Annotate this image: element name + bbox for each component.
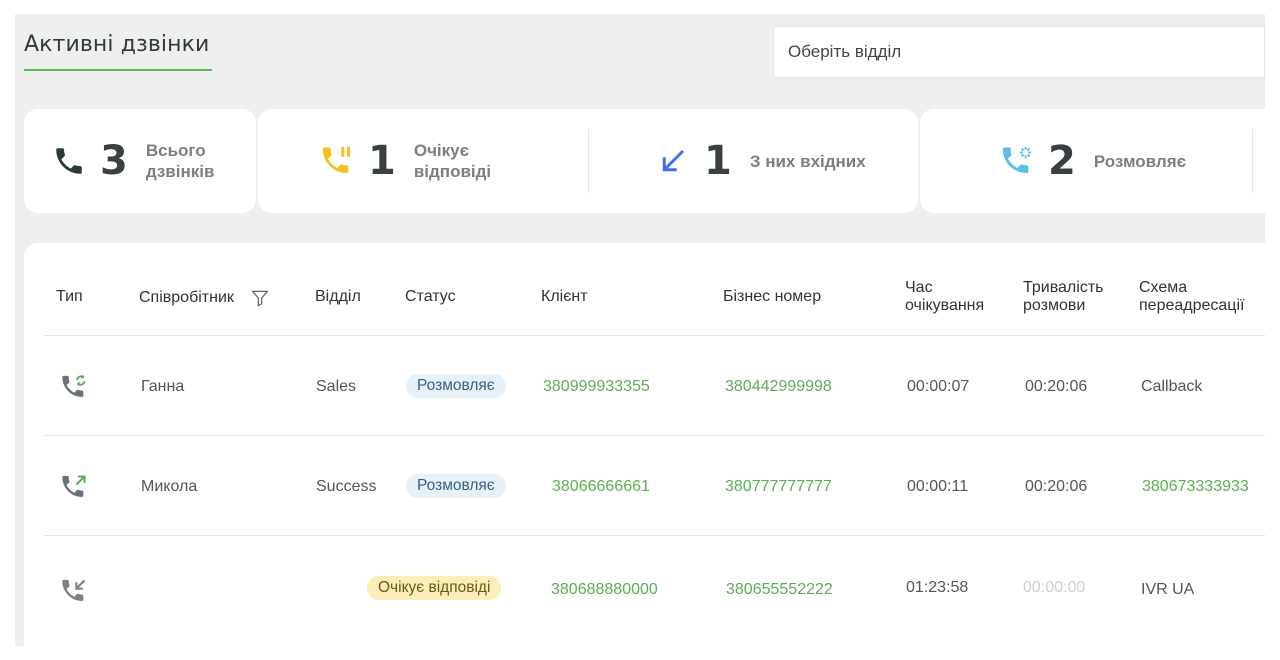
forward-scheme: Callback — [1141, 378, 1203, 395]
stat-incoming-value: 1 — [704, 138, 732, 184]
employee-name: Ганна — [141, 378, 185, 395]
stat-total-value: 3 — [100, 138, 128, 184]
stat-waiting-label-2: відповіді — [413, 162, 492, 181]
filter-icon[interactable] — [250, 288, 270, 308]
col-wait-time-line1: Час — [905, 279, 933, 296]
stat-talking-value: 2 — [1048, 138, 1076, 184]
call-duration: 00:00:00 — [1023, 579, 1086, 596]
col-business-number: Бізнес номер — [723, 288, 822, 305]
col-forward-scheme-line1: Схема — [1139, 279, 1188, 296]
department-select-placeholder: Оберіть відділ — [788, 42, 902, 61]
business-number-link[interactable]: 380777777777 — [725, 478, 832, 496]
col-client: Клієнт — [541, 288, 588, 305]
col-type: Тип — [56, 288, 83, 305]
stat-total-label-2: дзвінків — [145, 162, 215, 181]
call-duration: 00:20:06 — [1025, 378, 1088, 395]
department-select[interactable]: Оберіть відділ — [773, 26, 1265, 78]
stat-card-talking: 2 Розмовляє — [920, 109, 1265, 213]
col-employee: Співробітник — [139, 288, 270, 308]
stat-divider — [588, 129, 589, 193]
phone-outgoing-icon — [60, 473, 88, 501]
stat-total: 3 Всього дзвінків — [52, 109, 214, 213]
row-divider — [44, 535, 1265, 536]
phone-callback-icon — [60, 373, 88, 401]
stat-card-middle: 1 Очікує відповіді 1 З них вхідних — [258, 109, 918, 213]
phone-incoming-icon — [60, 577, 88, 605]
stat-waiting-value: 1 — [368, 138, 396, 184]
col-wait-time-line2: очікування — [905, 297, 985, 314]
page-frame: Активні дзвінки Оберіть відділ 3 Всього … — [15, 14, 1265, 646]
client-number-link[interactable]: 380688880000 — [551, 581, 658, 599]
col-employee-label: Співробітник — [139, 289, 234, 306]
business-number-link[interactable]: 380442999998 — [725, 378, 832, 396]
client-number-link[interactable]: 380999933355 — [543, 378, 650, 396]
col-department: Відділ — [315, 288, 361, 305]
phone-talking-icon — [1000, 144, 1034, 178]
col-duration-line2: розмови — [1023, 297, 1086, 314]
wait-time: 01:23:58 — [906, 579, 969, 596]
title-underline — [24, 69, 212, 71]
stat-total-label-1: Всього — [145, 141, 206, 160]
wait-time: 00:00:07 — [907, 378, 970, 395]
forward-scheme: IVR UA — [1141, 581, 1195, 598]
department-value: Success — [316, 478, 377, 495]
active-calls-table: Тип Співробітник Відділ Статус Клієнт Бі… — [24, 243, 1265, 646]
stat-divider — [1252, 129, 1253, 193]
col-status: Статус — [405, 288, 456, 305]
row-divider — [44, 435, 1265, 436]
col-duration-line1: Тривалість — [1023, 279, 1104, 296]
stat-incoming: 1 З них вхідних — [656, 109, 866, 213]
forward-scheme-link[interactable]: 380673333933 — [1142, 478, 1249, 496]
stat-incoming-label: З них вхідних — [749, 151, 866, 171]
row-divider — [44, 335, 1265, 336]
status-badge: Очікує відповіді — [367, 576, 502, 600]
col-duration: Тривалість розмови — [1023, 279, 1103, 315]
stat-card-total: 3 Всього дзвінків — [24, 109, 256, 213]
phone-waiting-icon — [320, 144, 354, 178]
phone-icon — [52, 144, 86, 178]
status-badge: Розмовляє — [406, 474, 506, 498]
employee-name: Микола — [141, 478, 198, 495]
incoming-arrow-icon — [656, 144, 690, 178]
call-duration: 00:20:06 — [1025, 478, 1088, 495]
col-forward-scheme-line2: переадресації — [1139, 297, 1245, 314]
page-title: Активні дзвінки — [24, 32, 210, 57]
business-number-link[interactable]: 380655552222 — [726, 581, 833, 599]
client-number-link[interactable]: 38066666661 — [552, 478, 650, 496]
wait-time: 00:00:11 — [907, 478, 969, 495]
col-wait-time: Час очікування — [905, 279, 984, 315]
stat-waiting: 1 Очікує відповіді — [320, 109, 491, 213]
status-badge: Розмовляє — [406, 374, 506, 398]
stat-waiting-label-1: Очікує — [413, 141, 470, 160]
stat-talking: 2 Розмовляє — [1000, 109, 1186, 213]
col-forward-scheme: Схема переадресації — [1139, 279, 1244, 315]
stat-talking-label: Розмовляє — [1093, 151, 1187, 171]
department-value: Sales — [316, 378, 357, 395]
